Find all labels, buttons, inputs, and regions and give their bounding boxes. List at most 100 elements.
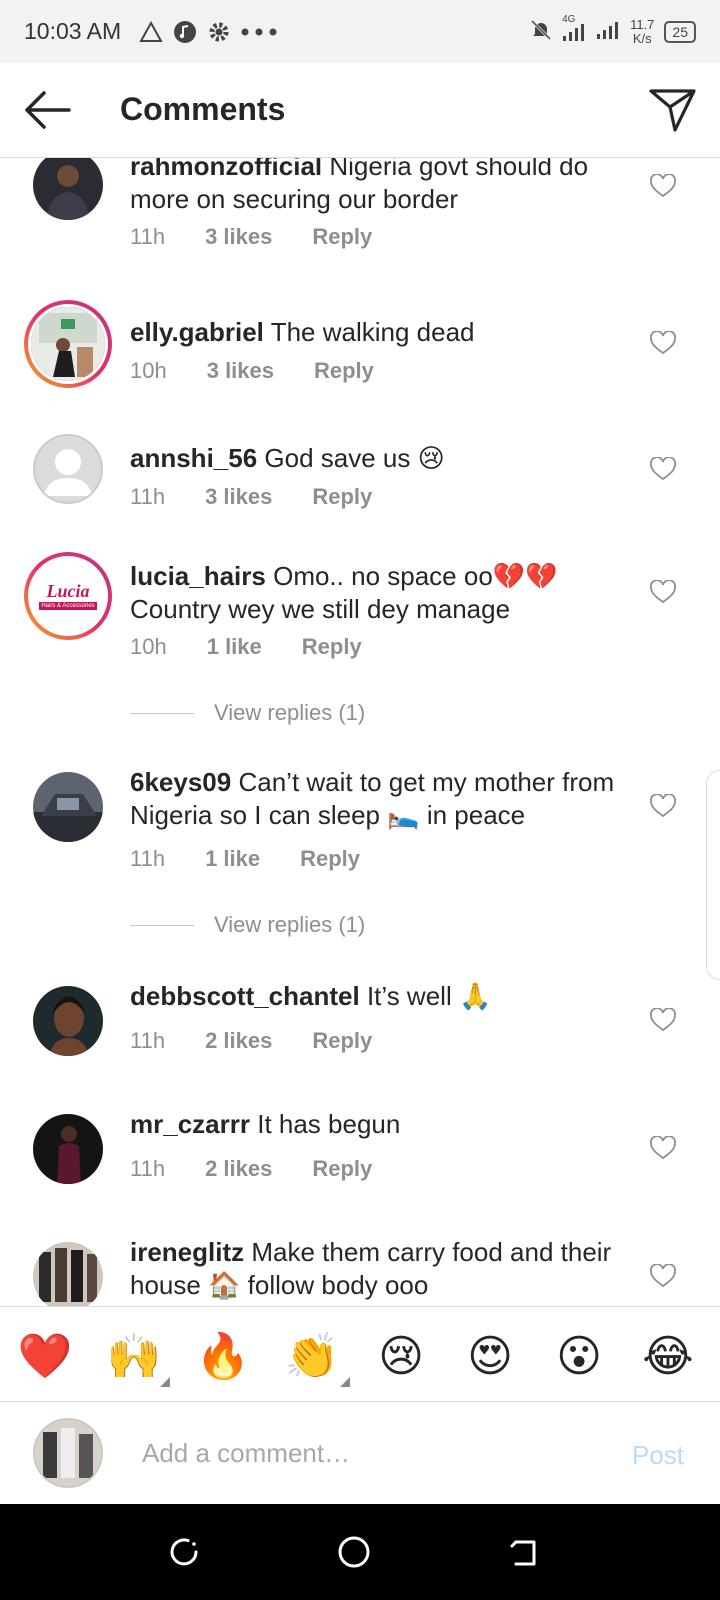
comment-time: 10h	[130, 634, 167, 659]
avatar[interactable]: Lucia Hairs & Accessories	[24, 552, 112, 640]
heart-icon[interactable]	[650, 174, 676, 198]
heart-icon[interactable]	[650, 1008, 676, 1032]
comment-text: 6keys09 Can’t wait to get my mother from…	[130, 766, 620, 832]
network-speed: 11.7 K/s	[630, 16, 655, 46]
emoji-clapping-hands[interactable]: 👏	[284, 1329, 340, 1385]
comment-meta: 11h 3 likes Reply	[130, 224, 412, 250]
comment-meta: 11h 2 likes Reply	[130, 1156, 412, 1182]
view-replies-label: View replies (1)	[214, 700, 366, 725]
comment-text: elly.gabriel The walking dead	[130, 316, 620, 349]
reply-button[interactable]: Reply	[300, 846, 360, 872]
avatar[interactable]	[33, 1242, 103, 1306]
signal-bars-icon	[596, 20, 620, 43]
comment-username[interactable]: rahmonzofficial	[130, 158, 322, 181]
heart-icon[interactable]	[650, 457, 676, 481]
heart-icon[interactable]	[650, 331, 676, 355]
reply-button[interactable]: Reply	[302, 634, 362, 660]
post-button[interactable]: Post	[632, 1440, 684, 1471]
comment-likes[interactable]: 2 likes	[205, 1028, 272, 1054]
heart-icon[interactable]	[650, 1264, 676, 1288]
heart-icon[interactable]	[650, 794, 676, 818]
status-system-icons: 4G 11.7 K/s 25	[530, 14, 696, 46]
view-replies-label: View replies (1)	[214, 912, 366, 937]
avatar-logo-text: Lucia	[46, 581, 90, 601]
network-type-label: 4G	[562, 13, 576, 25]
divider-line	[130, 712, 194, 714]
signal-4g-icon: 4G	[562, 14, 586, 42]
comment-likes[interactable]: 3 likes	[205, 224, 272, 250]
comments-list[interactable]: rahmonzofficial Nigeria govt should do m…	[0, 158, 720, 1306]
comment-text: rahmonzofficial Nigeria govt should do m…	[130, 158, 620, 216]
comment-meta: 11h 1 like Reply	[130, 846, 400, 872]
divider-line	[130, 924, 194, 926]
comment-meta: 10h 1 like Reply	[130, 634, 402, 660]
comment-text: annshi_56 God save us 😢	[130, 442, 620, 475]
comment-text: lucia_hairs Omo.. no space oo💔💔 Country …	[130, 560, 620, 626]
skin-tone-indicator	[340, 1377, 350, 1387]
avatar[interactable]	[33, 434, 103, 504]
reply-button[interactable]: Reply	[312, 1028, 372, 1054]
comment-username[interactable]: elly.gabriel	[130, 317, 264, 347]
heart-icon[interactable]	[650, 1136, 676, 1160]
music-icon	[173, 20, 197, 44]
avatar[interactable]	[33, 1114, 103, 1184]
comment-body: It has begun	[257, 1109, 401, 1139]
comment-input[interactable]	[142, 1428, 602, 1478]
comment-text: debbscott_chantel It’s well 🙏	[130, 980, 620, 1013]
recents-icon[interactable]	[166, 1534, 202, 1570]
back-nav-icon[interactable]	[506, 1534, 542, 1570]
comment-likes[interactable]: 3 likes	[205, 484, 272, 510]
emoji-fire[interactable]: 🔥	[195, 1329, 251, 1385]
status-notification-icons	[139, 20, 277, 44]
comment-username[interactable]: 6keys09	[130, 767, 231, 797]
comment-input-bar: Post	[0, 1402, 720, 1504]
emoji-crying-face[interactable]: 😢	[373, 1329, 429, 1385]
comment-time: 11h	[130, 846, 166, 871]
battery-indicator: 25	[664, 20, 696, 43]
comment-meta: 11h 3 likes Reply	[130, 484, 412, 510]
emoji-quick-bar: ❤️ 🙌 🔥 👏 😢 😍 😮 😂	[0, 1306, 720, 1402]
comment-likes[interactable]: 2 likes	[205, 1156, 272, 1182]
heart-icon[interactable]	[650, 580, 676, 604]
comments-header: Comments	[0, 63, 720, 158]
emoji-tears-of-joy[interactable]: 😂	[640, 1329, 696, 1385]
reply-button[interactable]: Reply	[312, 224, 372, 250]
comment-likes[interactable]: 1 like	[207, 634, 262, 660]
comment-likes[interactable]: 1 like	[205, 846, 260, 872]
side-panel-handle[interactable]	[706, 770, 720, 980]
comment-username[interactable]: ireneglitz	[130, 1237, 244, 1267]
comment-time: 11h	[130, 1028, 166, 1053]
status-time: 10:03 AM	[24, 18, 122, 44]
comment-likes[interactable]: 3 likes	[207, 358, 274, 384]
comment-username[interactable]: mr_czarrr	[130, 1109, 250, 1139]
view-replies-button[interactable]: View replies (1)	[130, 912, 365, 938]
back-arrow-icon[interactable]	[22, 87, 72, 133]
warning-icon	[139, 20, 163, 43]
home-icon[interactable]	[336, 1534, 372, 1570]
comment-username[interactable]: lucia_hairs	[130, 561, 266, 591]
reply-button[interactable]: Reply	[314, 358, 374, 384]
emoji-red-heart[interactable]: ❤️	[17, 1329, 73, 1385]
page-title: Comments	[120, 91, 286, 127]
status-bar: 10:03 AM 4G 11.7 K/s 25	[0, 0, 720, 63]
more-dots-icon	[241, 28, 277, 36]
avatar[interactable]	[33, 158, 103, 220]
network-speed-unit: K/s	[632, 30, 652, 46]
avatar[interactable]	[24, 300, 112, 388]
comment-username[interactable]: debbscott_chantel	[130, 981, 360, 1011]
avatar[interactable]	[33, 986, 103, 1056]
view-replies-button[interactable]: View replies (1)	[130, 700, 365, 726]
emoji-surprised-face[interactable]: 😮	[551, 1329, 607, 1385]
direct-send-icon[interactable]	[648, 85, 698, 135]
reply-button[interactable]: Reply	[312, 1156, 372, 1182]
network-speed-value: 11.7	[630, 16, 655, 32]
reply-button[interactable]: Reply	[312, 484, 372, 510]
skin-tone-indicator	[160, 1377, 170, 1387]
settings-gear-icon	[207, 20, 231, 44]
comment-body: God save us 😢	[264, 443, 445, 473]
comment-username[interactable]: annshi_56	[130, 443, 257, 473]
comment-time: 11h	[130, 224, 166, 249]
emoji-raising-hands[interactable]: 🙌	[106, 1329, 162, 1385]
emoji-heart-eyes[interactable]: 😍	[462, 1329, 518, 1385]
avatar[interactable]	[33, 772, 103, 842]
